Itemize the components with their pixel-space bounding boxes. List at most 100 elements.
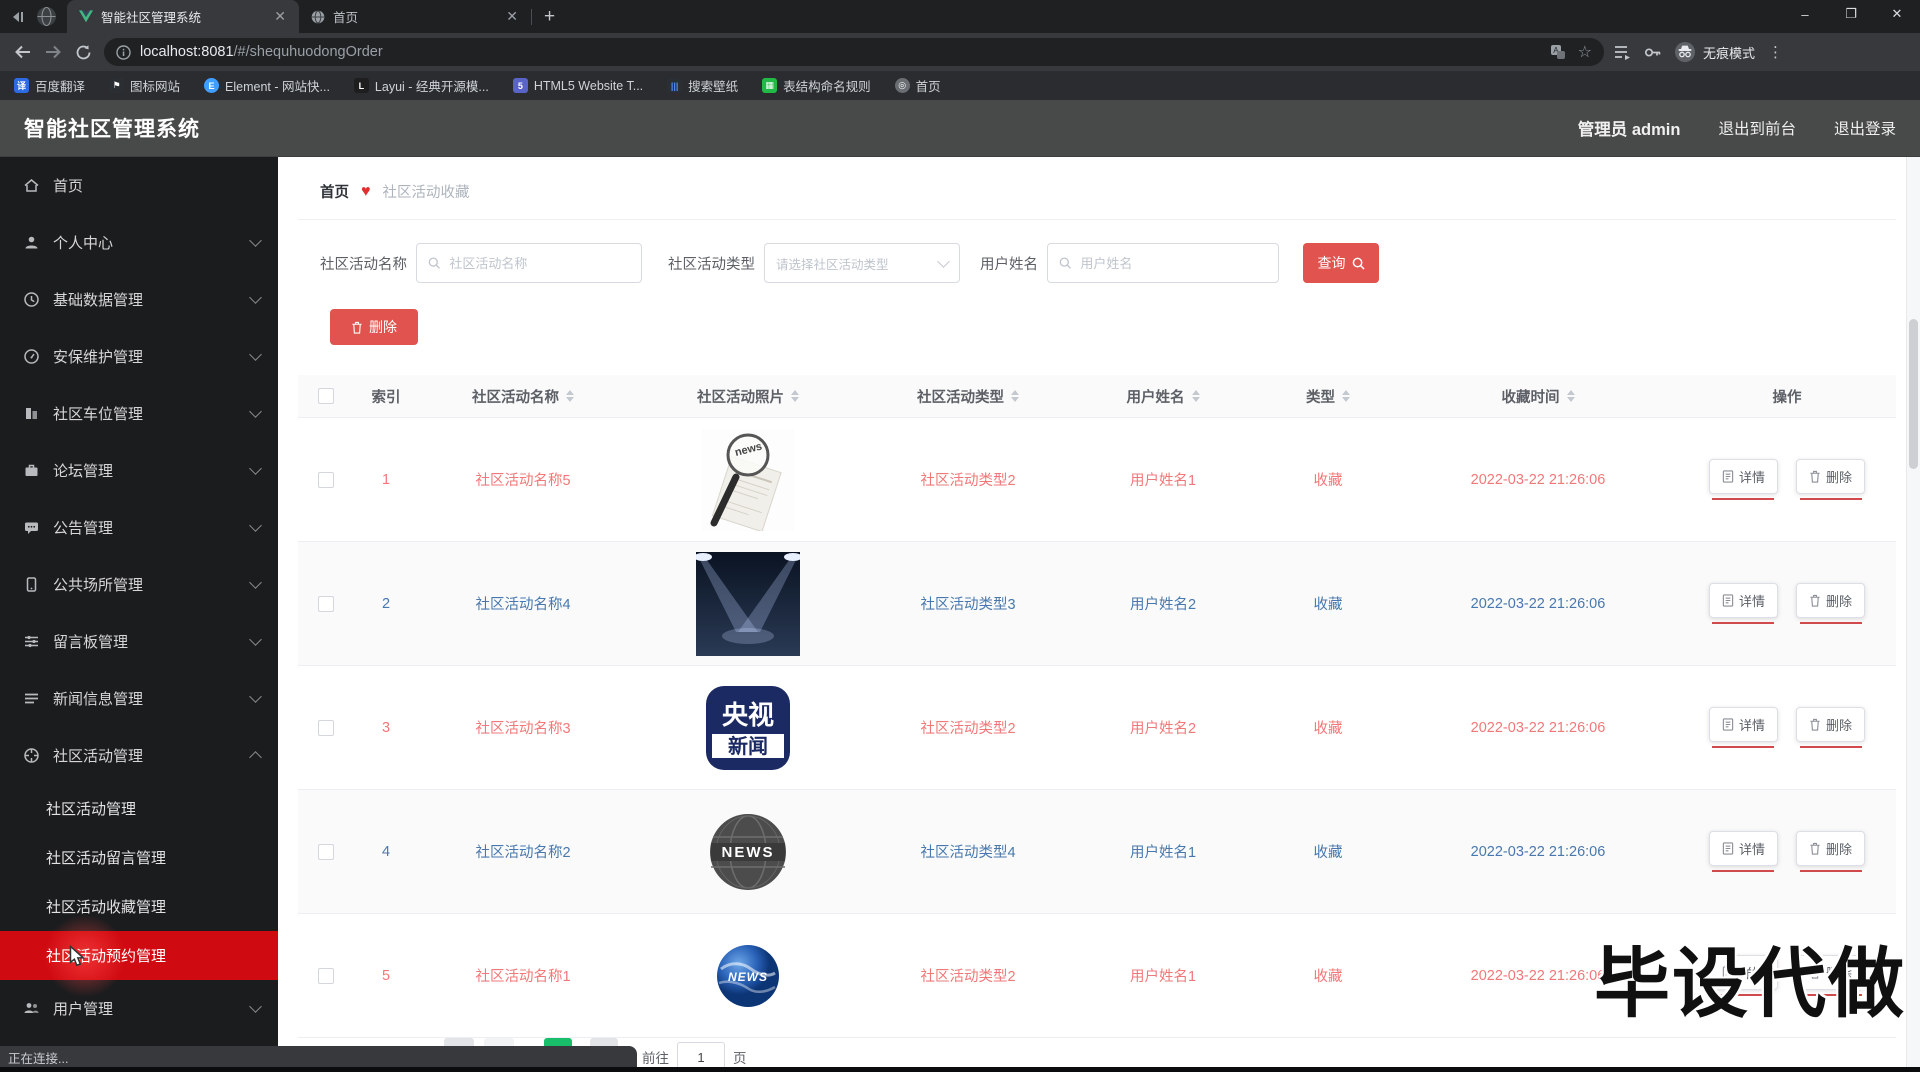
pager-goto: 前往 页 [642,1042,747,1068]
building-icon [26,408,37,419]
col-activity-type[interactable]: 社区活动类型 [868,386,1068,407]
search-button[interactable]: 查询 [1303,243,1379,283]
activity-photo[interactable]: news [628,428,868,531]
reading-list-icon[interactable] [1614,45,1631,60]
bookmark-item[interactable]: ⚑ 图标网站 [109,76,180,95]
page-scrollbar[interactable] [1906,157,1920,1067]
tab-close-icon[interactable]: ✕ [271,8,289,25]
activity-type: 社区活动类型3 [920,597,1016,613]
browser-globe-icon[interactable] [36,6,57,27]
activity-name-input[interactable] [416,243,642,283]
sidebar-subitem-activity-reservation[interactable]: 社区活动预约管理 [0,913,278,999]
exit-to-front-link[interactable]: 退出到前台 [1718,117,1796,139]
tab-close-icon[interactable]: ✕ [503,8,521,25]
bookmark-item[interactable]: 译百度翻译 [14,76,85,95]
tab-home[interactable]: 首页 ✕ [299,0,531,33]
media-controls-icon[interactable] [10,10,26,24]
sidebar-item-news[interactable]: 新闻信息管理 [0,670,278,727]
sort-icons[interactable] [1191,390,1200,402]
detail-button[interactable]: 详情 [1708,583,1778,618]
translate-icon[interactable]: A [1550,44,1566,60]
sort-icons[interactable] [791,390,799,402]
new-tab-button[interactable]: + [532,6,567,28]
col-type[interactable]: 类型 [1258,386,1398,407]
sidebar-item-security[interactable]: 安保维护管理 [0,328,278,385]
sort-icons[interactable] [1342,390,1350,402]
sidebar-item-basic-data[interactable]: 基础数据管理 [0,271,278,328]
sidebar-item-message-board[interactable]: 留言板管理 [0,613,278,670]
forward-icon[interactable] [38,37,68,67]
activity-photo[interactable] [628,551,868,656]
detail-button[interactable]: 详情 [1708,831,1778,866]
address-bar[interactable]: localhost:8081/#/shequhuodongOrder A ☆ [104,38,1604,66]
sidebar-item-public-places[interactable]: 公共场所管理 [0,556,278,613]
back-icon[interactable] [8,37,38,67]
col-activity-photo[interactable]: 社区活动照片 [628,386,868,407]
bookmark-item[interactable]: ◎ 首页 [894,76,941,95]
window-minimize-button[interactable]: – [1782,0,1828,28]
col-favorite-time[interactable]: 收藏时间 [1398,386,1678,407]
tab-community-system[interactable]: 智能社区管理系统 ✕ [67,0,299,33]
app-title: 智能社区管理系统 [24,118,200,141]
sidebar-subitem-activity-favorite[interactable]: 社区活动收藏管理 [0,882,278,931]
activity-photo[interactable]: NEWS [628,943,868,1009]
admin-user-label[interactable]: 管理员 admin [1578,116,1681,140]
logout-link[interactable]: 退出登录 [1834,117,1896,139]
window-restore-button[interactable]: ❐ [1828,0,1874,28]
sidebar-item-announcement[interactable]: 公告管理 [0,499,278,556]
detail-button[interactable]: 详情 [1708,707,1778,742]
sidebar-item-home[interactable]: 首页 [0,157,278,214]
reload-icon[interactable] [68,37,98,67]
bookmark-item[interactable]: ▦ 表结构命名规则 [762,76,871,95]
row-checkbox[interactable] [318,595,334,612]
hand-cursor-icon [69,945,86,967]
sidebar-subitem-activity-message[interactable]: 社区活动留言管理 [0,833,278,882]
scrollbar-thumb[interactable] [1909,319,1918,469]
sidebar-item-forum[interactable]: 论坛管理 [0,442,278,499]
activity-photo[interactable]: 央视 新闻 [628,685,868,770]
chevron-down-icon [937,254,950,268]
sort-icons[interactable] [1566,390,1575,402]
site-info-icon[interactable] [116,44,131,60]
batch-delete-button[interactable]: 删除 [330,309,418,345]
detail-button[interactable]: 详情 [1708,459,1778,494]
row-checkbox[interactable] [318,843,334,860]
sort-icons[interactable] [566,390,574,402]
sidebar-item-personal-center[interactable]: 个人中心 [0,214,278,271]
sidebar-subitem-activity-manage[interactable]: 社区活动管理 [0,784,278,833]
bookmark-star-icon[interactable]: ☆ [1578,42,1592,62]
user-name-input[interactable] [1047,243,1279,283]
sidebar-item-parking[interactable]: 社区车位管理 [0,385,278,442]
red-underline [1712,746,1775,748]
browser-menu-icon[interactable]: ⋮ [1768,43,1783,61]
goto-page-input[interactable] [677,1042,725,1068]
breadcrumb-home[interactable]: 首页 [320,181,349,202]
activity-type-select[interactable]: 请选择社区活动类型 [764,243,960,283]
row-checkbox[interactable] [318,471,334,488]
password-key-icon[interactable] [1644,45,1661,60]
bookmark-item[interactable]: ||| 搜索壁纸 [667,76,738,95]
col-user-name[interactable]: 用户姓名 [1068,386,1258,407]
window-close-button[interactable]: ✕ [1874,0,1920,28]
delete-button[interactable]: 删除 [1796,583,1866,618]
bookmark-item[interactable]: 5 HTML5 Website T... [512,78,643,93]
incognito-profile-chip[interactable]: 无痕模式 [1674,41,1755,63]
url-text[interactable]: localhost:8081/#/shequhuodongOrder [140,44,383,60]
delete-button[interactable]: 删除 [1796,459,1866,494]
col-activity-name[interactable]: 社区活动名称 [418,386,628,407]
sidebar-item-user-manage[interactable]: 用户管理 [0,980,278,1037]
sort-icons[interactable] [1011,390,1019,402]
row-checkbox[interactable] [318,719,334,736]
activity-photo[interactable]: NEWS [628,813,868,891]
row-checkbox[interactable] [318,967,334,984]
sidebar-item-community-activity[interactable]: 社区活动管理 [0,727,278,784]
activity-type-label: 社区活动类型 [668,256,755,273]
bookmark-item[interactable]: E Element - 网站快... [204,76,330,95]
delete-button[interactable]: 删除 [1796,707,1866,742]
col-index[interactable]: 索引 [354,386,418,407]
select-all-checkbox[interactable] [318,388,334,404]
bookmark-item[interactable]: L Layui - 经典开源模... [353,76,489,95]
delete-button[interactable]: 删除 [1796,831,1866,866]
table-header-row: 索引 社区活动名称 社区活动照片 社区活动类型 用户姓名 类型 收藏时间 操作 [298,375,1896,418]
browser-toolbar: localhost:8081/#/shequhuodongOrder A ☆ 无… [0,33,1920,71]
